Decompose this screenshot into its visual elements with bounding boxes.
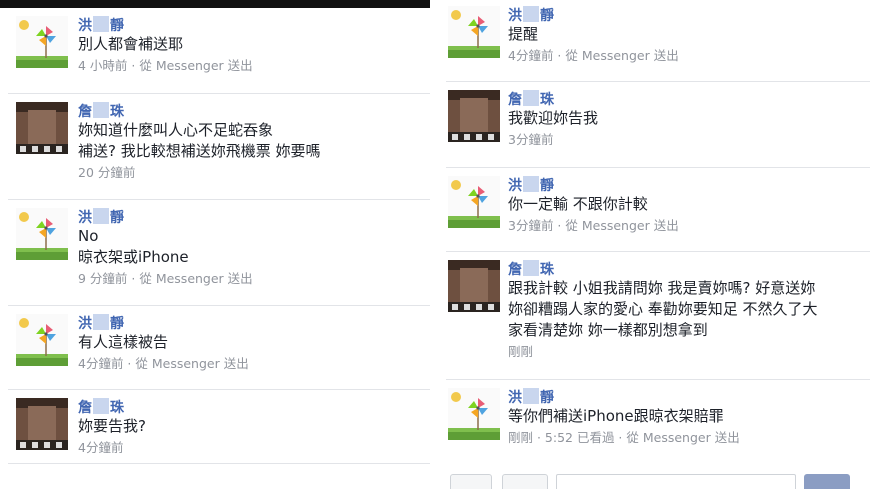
send-button[interactable] — [804, 474, 850, 489]
comment-text: 跟我計較 小姐我請問妳 我是賣妳嗎? 好意送妳 妳卻糟蹋人家的愛心 奉勸妳要知足… — [508, 279, 818, 339]
avatar[interactable] — [448, 388, 500, 440]
avatar[interactable] — [16, 16, 68, 68]
sticker-button[interactable] — [502, 474, 548, 489]
pinwheel-avatar-icon — [16, 208, 68, 260]
top-bar — [0, 0, 430, 8]
commenter-name[interactable]: 洪靜 — [78, 208, 422, 226]
person-avatar-icon — [448, 260, 500, 312]
comment-text: 妳知道什麼叫人心不足蛇吞象 補送? 我比較想補送妳飛機票 妳要嗎 — [78, 121, 321, 160]
comment-composer — [438, 470, 870, 489]
comment-text: 你一定輸 不跟你計較 — [508, 195, 648, 213]
avatar[interactable] — [448, 176, 500, 228]
comment-text: 我歡迎妳告我 — [508, 109, 599, 127]
left-comment-panel: 洪靜 別人都會補送耶 4 小時前 · 從 Messenger 送出 詹珠 妳知道… — [0, 0, 430, 489]
commenter-name[interactable]: 洪靜 — [508, 6, 862, 24]
commenter-name[interactable]: 詹珠 — [508, 260, 862, 278]
commenter-name[interactable]: 詹珠 — [508, 90, 862, 108]
comment-item: 詹珠 妳要告我? 4分鐘前 — [0, 390, 430, 474]
comment-item: 詹珠 我歡迎妳告我 3分鐘前 — [438, 82, 870, 168]
right-comment-panel: 洪靜 提醒 4分鐘前 · 從 Messenger 送出 詹珠 我歡迎妳告我 3分… — [438, 0, 870, 489]
avatar[interactable] — [16, 102, 68, 154]
comment-input[interactable] — [556, 474, 796, 489]
comment-meta: 4分鐘前 — [78, 440, 124, 455]
comment-meta: 4分鐘前 · 從 Messenger 送出 — [78, 356, 249, 371]
comment-item: 詹珠 跟我計較 小姐我請問妳 我是賣妳嗎? 好意送妳 妳卻糟蹋人家的愛心 奉勸妳… — [438, 252, 870, 380]
panel-separator — [430, 0, 438, 489]
comment-meta: 4分鐘前 · 從 Messenger 送出 — [508, 48, 679, 63]
avatar[interactable] — [448, 6, 500, 58]
avatar[interactable] — [16, 398, 68, 450]
pinwheel-avatar-icon — [448, 388, 500, 440]
avatar[interactable] — [16, 208, 68, 260]
commenter-name[interactable]: 詹珠 — [78, 398, 422, 416]
camera-button[interactable] — [450, 474, 492, 489]
comment-text: 有人這樣被告 — [78, 333, 169, 351]
pinwheel-avatar-icon — [448, 6, 500, 58]
person-avatar-icon — [448, 90, 500, 142]
comment-meta: 剛剛 · 5:52 已看過 · 從 Messenger 送出 — [508, 430, 740, 445]
comment-text: No 晾衣架或iPhone — [78, 227, 189, 266]
comment-text: 提醒 — [508, 25, 539, 43]
person-avatar-icon — [16, 102, 68, 154]
comment-item: 洪靜 你一定輸 不跟你計較 3分鐘前 · 從 Messenger 送出 — [438, 168, 870, 252]
avatar[interactable] — [16, 314, 68, 366]
commenter-name[interactable]: 洪靜 — [508, 388, 862, 406]
comment-meta: 9 分鐘前 · 從 Messenger 送出 — [78, 271, 253, 286]
comment-meta: 4 小時前 · 從 Messenger 送出 — [78, 58, 253, 73]
comment-text: 等你們補送iPhone跟晾衣架賠罪 — [508, 407, 724, 425]
commenter-name[interactable]: 詹珠 — [78, 102, 422, 120]
commenter-name[interactable]: 洪靜 — [508, 176, 862, 194]
comment-item: 洪靜 別人都會補送耶 4 小時前 · 從 Messenger 送出 — [0, 8, 430, 94]
pinwheel-avatar-icon — [16, 16, 68, 68]
comment-item: 洪靜 等你們補送iPhone跟晾衣架賠罪 剛剛 · 5:52 已看過 · 從 M… — [438, 380, 870, 466]
commenter-name[interactable]: 洪靜 — [78, 314, 422, 332]
comment-item: 洪靜 有人這樣被告 4分鐘前 · 從 Messenger 送出 — [0, 306, 430, 390]
avatar[interactable] — [448, 260, 500, 312]
comment-meta: 3分鐘前 · 從 Messenger 送出 — [508, 218, 679, 233]
comment-text: 妳要告我? — [78, 417, 146, 435]
person-avatar-icon — [16, 398, 68, 450]
avatar[interactable] — [448, 90, 500, 142]
comment-item: 洪靜 No 晾衣架或iPhone 9 分鐘前 · 從 Messenger 送出 — [0, 200, 430, 306]
comment-text: 別人都會補送耶 — [78, 35, 184, 53]
pinwheel-avatar-icon — [16, 314, 68, 366]
comment-item: 詹珠 妳知道什麼叫人心不足蛇吞象 補送? 我比較想補送妳飛機票 妳要嗎 20 分… — [0, 94, 430, 200]
comment-meta: 剛剛 — [508, 344, 534, 359]
pinwheel-avatar-icon — [448, 176, 500, 228]
commenter-name[interactable]: 洪靜 — [78, 16, 422, 34]
comment-item: 洪靜 提醒 4分鐘前 · 從 Messenger 送出 — [438, 0, 870, 82]
divider — [8, 463, 430, 464]
comment-meta: 20 分鐘前 — [78, 165, 136, 180]
comment-meta: 3分鐘前 — [508, 132, 554, 147]
